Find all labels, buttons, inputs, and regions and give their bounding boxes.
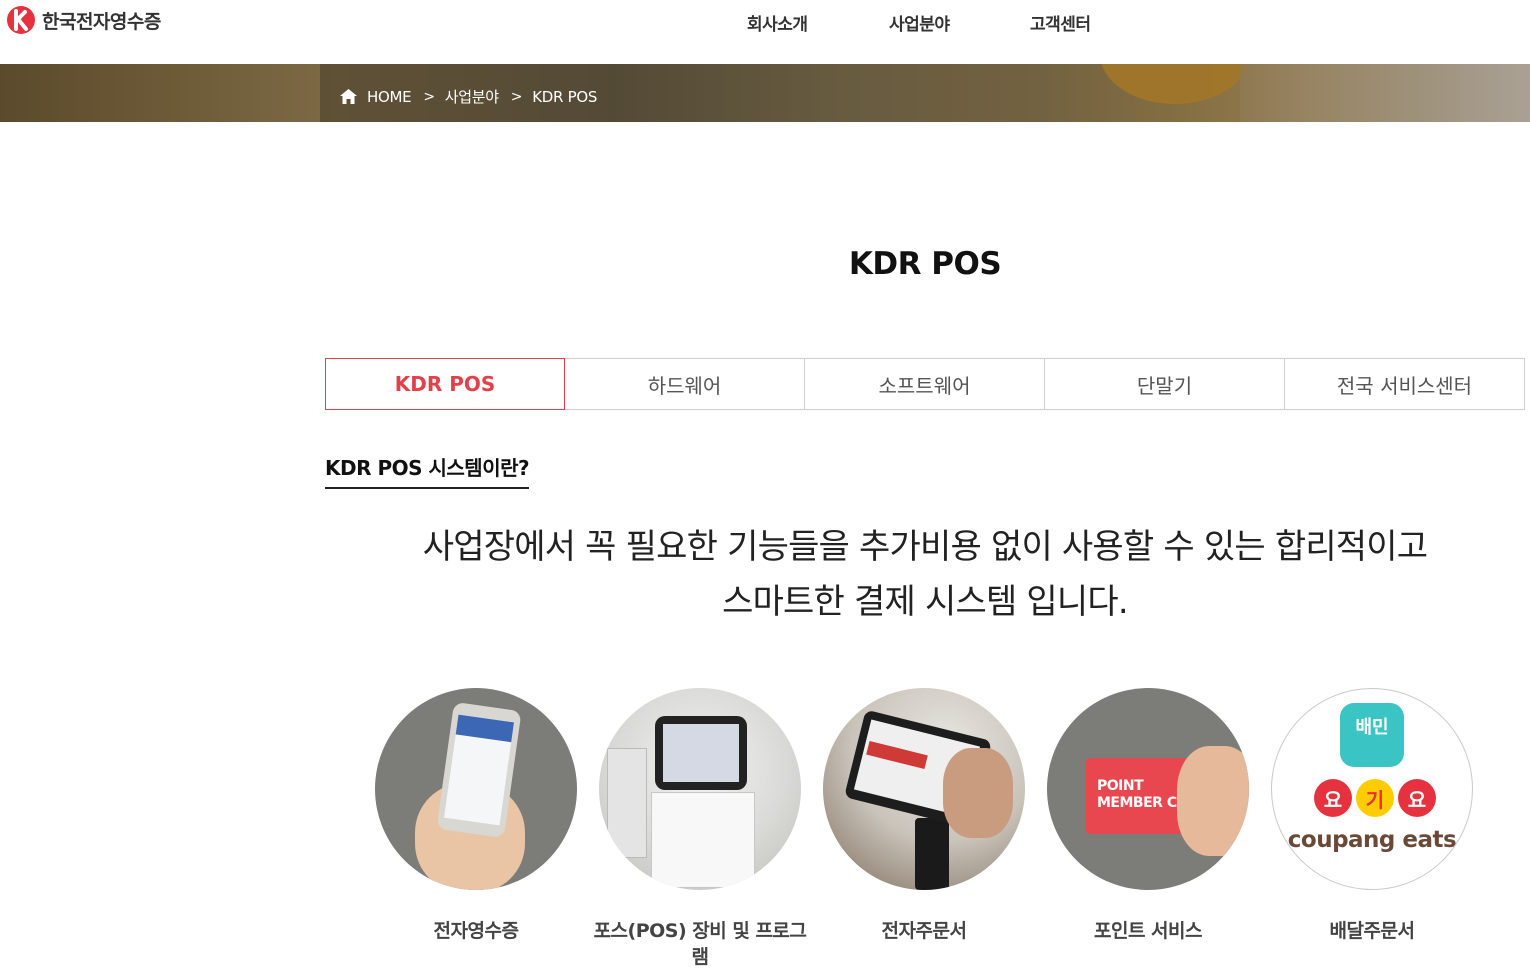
- pos-screen: [663, 724, 739, 782]
- sub-tabs: KDR POS 하드웨어 소프트웨어 단말기 전국 서비스센터: [325, 358, 1525, 410]
- sub-banner: [0, 64, 1530, 122]
- e-order-image: [823, 688, 1025, 890]
- intro-text: 사업장에서 꼭 필요한 기능들을 추가비용 없이 사용할 수 있는 합리적이고 …: [320, 520, 1530, 630]
- nav-item-company[interactable]: 회사소개: [747, 10, 808, 35]
- section-heading: KDR POS 시스템이란?: [325, 452, 530, 489]
- tab-service-center[interactable]: 전국 서비스센터: [1285, 358, 1525, 410]
- breadcrumb-business[interactable]: 사업분야: [445, 86, 499, 107]
- service-item-delivery[interactable]: 배민 요 기 요 coupang eats 배달주문서: [1260, 688, 1484, 944]
- intro-line-2: 스마트한 결제 시스템 입니다.: [722, 582, 1129, 622]
- yogiyo-char: 요: [1398, 779, 1436, 817]
- e-receipt-image: [375, 688, 577, 890]
- service-item-e-order[interactable]: 전자주문서: [812, 688, 1036, 944]
- breadcrumb-separator: >: [423, 88, 435, 105]
- hand-shape: [1177, 746, 1249, 856]
- service-item-point[interactable]: POINT MEMBER CARD 포인트 서비스: [1036, 688, 1260, 944]
- baemin-logo-text: 배민: [1355, 717, 1389, 738]
- pos-printer-shape: [607, 748, 647, 858]
- main-nav: 회사소개 사업분야 고객센터: [0, 10, 1530, 35]
- service-label: 전자영수증: [433, 920, 519, 942]
- service-label: 포스(POS) 장비 및 프로그램: [593, 920, 807, 968]
- yogiyo-logo: 요 기 요: [1314, 779, 1436, 817]
- hand-shape: [943, 748, 1013, 838]
- yogiyo-char: 기: [1356, 779, 1394, 817]
- nav-item-business[interactable]: 사업분야: [889, 10, 950, 35]
- pos-equipment-image: [599, 688, 801, 890]
- pos-body: [651, 792, 755, 888]
- breadcrumb-current: KDR POS: [532, 87, 598, 106]
- breadcrumb-separator: >: [510, 88, 523, 105]
- breadcrumb-home[interactable]: HOME: [367, 88, 412, 106]
- service-item-pos-equipment[interactable]: 포스(POS) 장비 및 프로그램: [588, 688, 812, 970]
- coupang-eats-logo: coupang eats: [1287, 827, 1457, 853]
- tab-hardware[interactable]: 하드웨어: [565, 358, 805, 410]
- service-item-e-receipt[interactable]: 전자영수증: [364, 688, 588, 944]
- tab-software[interactable]: 소프트웨어: [805, 358, 1045, 410]
- breadcrumb: HOME > 사업분야 > KDR POS: [340, 86, 597, 107]
- coffee-cup-shape: [915, 818, 949, 890]
- service-label: 포인트 서비스: [1094, 920, 1203, 942]
- intro-line-1: 사업장에서 꼭 필요한 기능들을 추가비용 없이 사용할 수 있는 합리적이고: [422, 527, 1428, 567]
- page-title: KDR POS: [848, 246, 1002, 282]
- service-label: 전자주문서: [881, 920, 967, 942]
- site-header: 한국전자영수증 회사소개 사업분야 고객센터: [0, 0, 1530, 64]
- tab-terminal[interactable]: 단말기: [1045, 358, 1285, 410]
- service-label: 배달주문서: [1329, 920, 1415, 942]
- tab-kdr-pos[interactable]: KDR POS: [325, 358, 565, 410]
- delivery-image: 배민 요 기 요 coupang eats: [1271, 688, 1473, 890]
- baemin-logo: 배민: [1340, 703, 1404, 767]
- yogiyo-char: 요: [1314, 779, 1352, 817]
- service-list: 전자영수증 포스(POS) 장비 및 프로그램 전자주문서 POINT MEMB…: [364, 688, 1484, 978]
- point-image: POINT MEMBER CARD: [1047, 688, 1249, 890]
- nav-item-support[interactable]: 고객센터: [1030, 10, 1091, 35]
- home-icon[interactable]: [340, 89, 357, 104]
